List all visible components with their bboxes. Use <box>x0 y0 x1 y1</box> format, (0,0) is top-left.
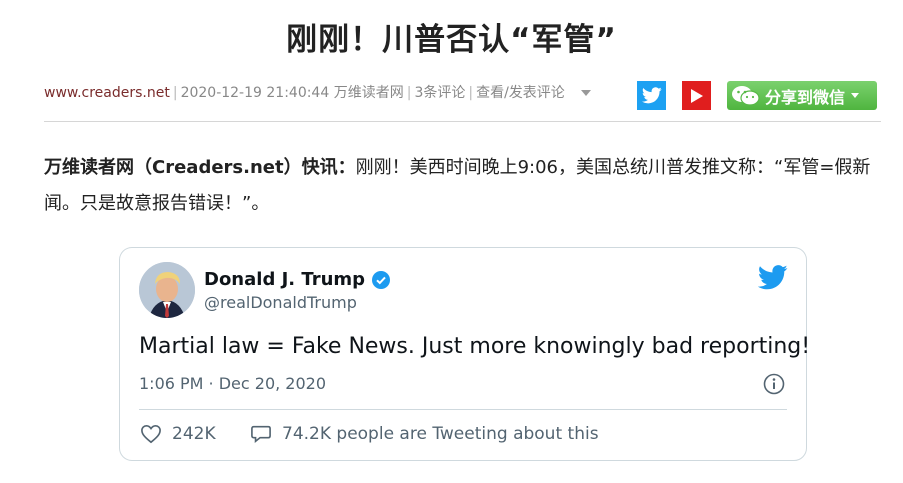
twitter-logo-icon[interactable] <box>757 265 788 294</box>
publish-datetime: 2020-12-19 21:40:44 <box>180 85 330 101</box>
reply-bubble-icon <box>251 425 271 443</box>
info-icon[interactable] <box>763 373 785 399</box>
like-button[interactable]: 242K <box>140 424 216 444</box>
twitter-bird-icon <box>641 87 662 104</box>
play-icon <box>690 88 703 103</box>
article-meta: www.creaders.net | 2020-12-19 21:40:44 万维读… <box>44 82 592 102</box>
author-name-text: Donald J. Trump <box>204 269 366 290</box>
wechat-icon <box>732 85 760 106</box>
view-post-comments-link[interactable]: 查看/发表评论 <box>476 85 565 101</box>
headline: 刚刚！川普否认“军管” <box>286 22 617 58</box>
avatar[interactable] <box>139 262 195 318</box>
header-divider <box>44 121 881 122</box>
conversation-text: 74.2K people are Tweeting about this <box>282 424 599 444</box>
share-wechat-button[interactable]: 分享到微信 <box>727 81 877 110</box>
avatar-portrait-icon <box>139 262 195 318</box>
heart-icon <box>141 424 161 444</box>
source-label: 万维读者网 <box>333 85 404 101</box>
site-link[interactable]: www.creaders.net <box>44 85 170 101</box>
like-count: 242K <box>172 424 216 444</box>
share-twitter-button[interactable] <box>637 81 666 110</box>
tweet-author-handle[interactable]: @realDonaldTrump <box>204 293 357 312</box>
share-youtube-button[interactable] <box>682 81 711 110</box>
verified-badge-icon <box>372 270 391 289</box>
share-wechat-label: 分享到微信 <box>765 87 846 107</box>
tweet-text: Martial law = Fake News. Just more knowi… <box>139 334 811 359</box>
embedded-tweet[interactable]: Donald J. Trump @realDonaldTrump Martial… <box>119 247 811 461</box>
article-lead: 万维读者网（Creaders.net）快讯： <box>44 157 356 178</box>
tweet-author-name[interactable]: Donald J. Trump <box>204 269 391 290</box>
conversation-link[interactable]: 74.2K people are Tweeting about this <box>250 424 599 444</box>
tweet-divider <box>139 409 787 410</box>
comment-count-link[interactable]: 3条评论 <box>414 85 465 101</box>
article-body: 万维读者网（Creaders.net）快讯：刚刚！美西时间晚上9:06，美国总统… <box>44 150 884 222</box>
tweet-timestamp[interactable]: 1:06 PM · Dec 20, 2020 <box>139 374 326 393</box>
chevron-down-icon <box>851 93 860 98</box>
chevron-down-icon[interactable] <box>581 90 592 96</box>
